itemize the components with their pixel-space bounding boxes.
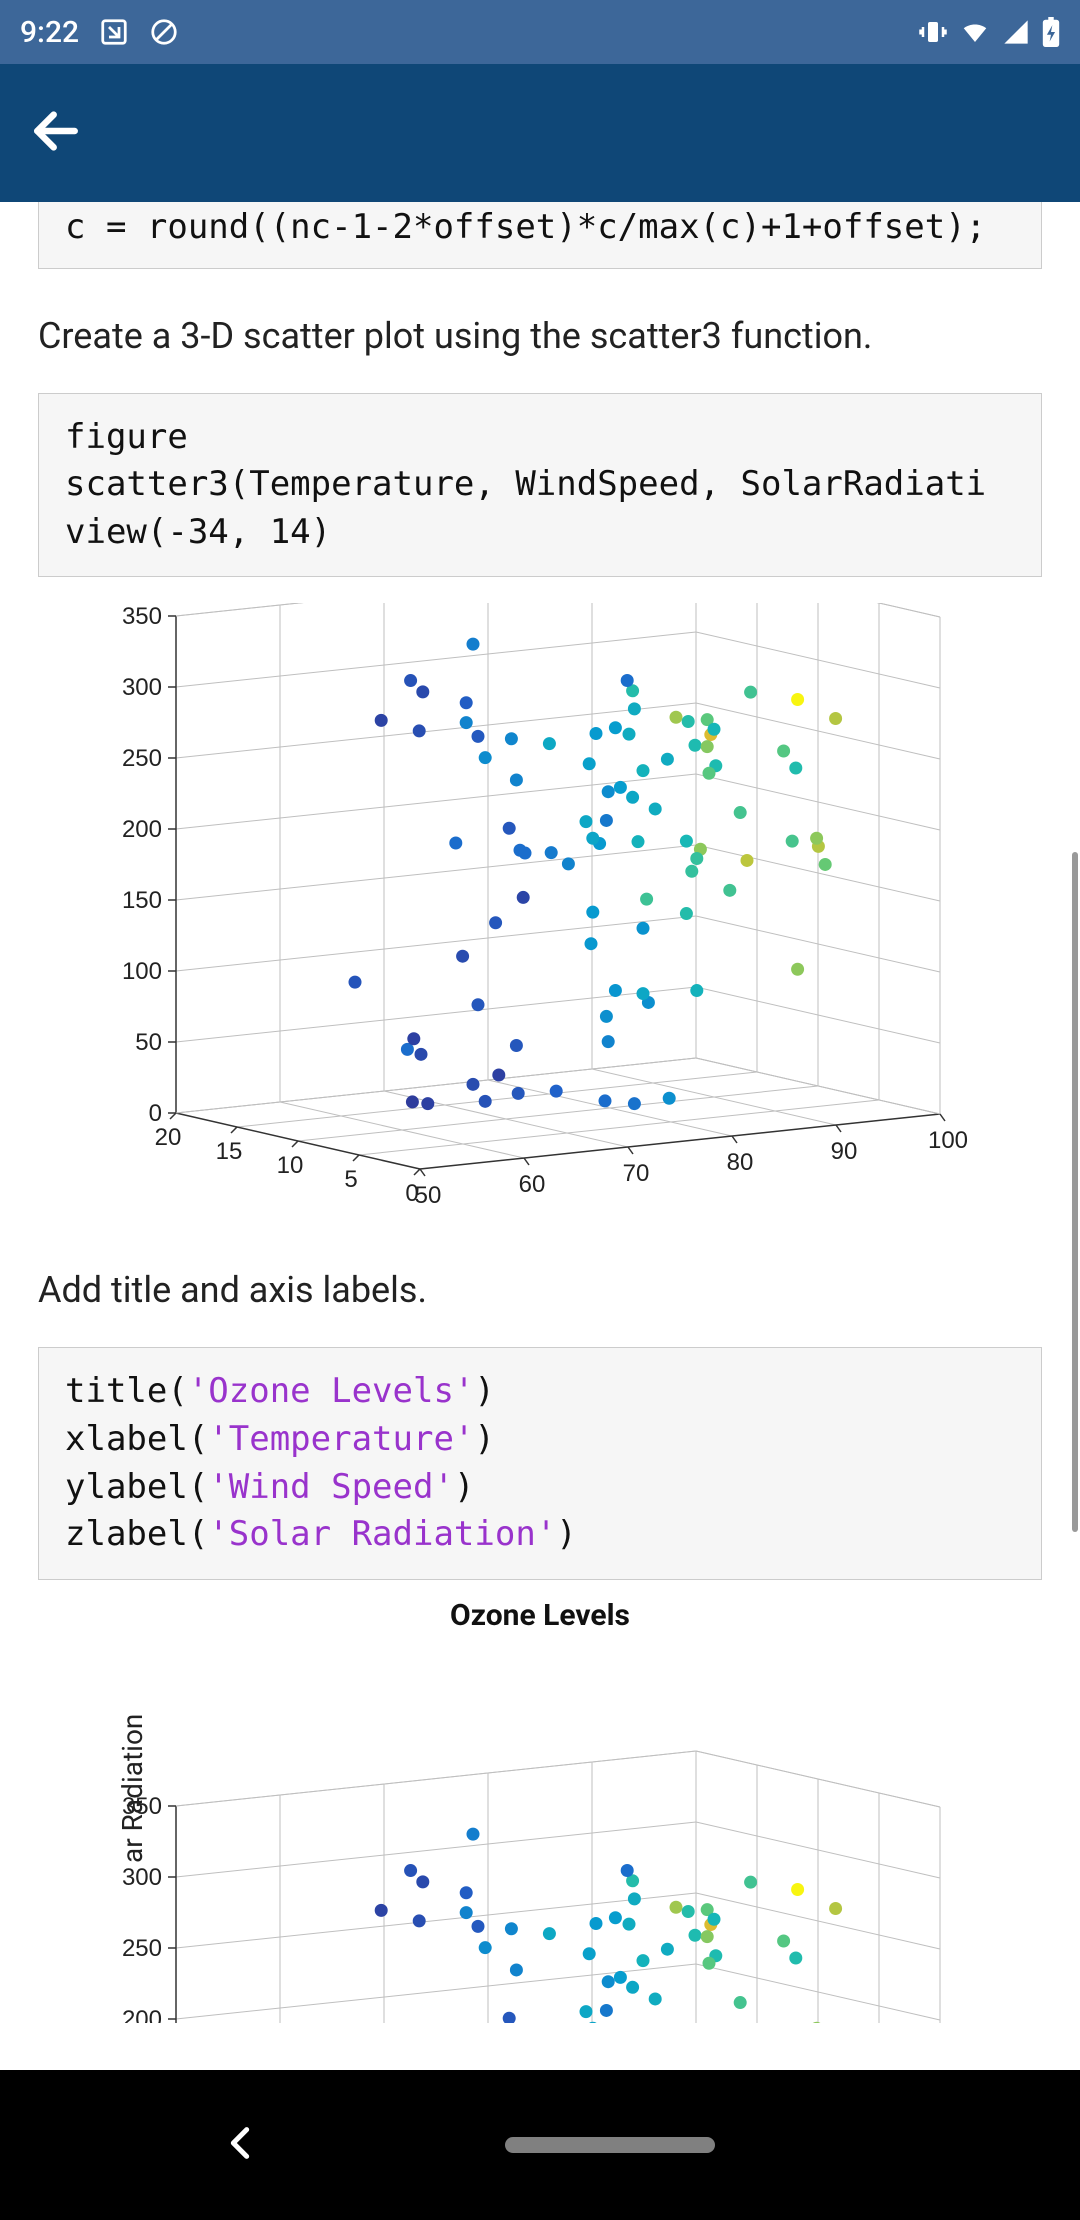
nav-home-pill[interactable] (505, 2137, 715, 2153)
svg-text:20: 20 (155, 1124, 182, 1151)
svg-text:250: 250 (122, 745, 162, 772)
nav-back-button[interactable] (220, 2123, 260, 2167)
scrollbar-thumb[interactable] (1072, 852, 1078, 1532)
app-bar (0, 64, 1080, 202)
svg-text:300: 300 (122, 674, 162, 701)
svg-text:250: 250 (122, 1935, 162, 1962)
svg-text:150: 150 (122, 887, 162, 914)
code-block-partial: c = round((nc-1-2*offset)*c/max(c)+1+off… (38, 202, 1042, 269)
svg-text:90: 90 (831, 1138, 858, 1165)
android-nav-bar (0, 2070, 1080, 2220)
svg-text:350: 350 (122, 603, 162, 630)
svg-text:200: 200 (122, 816, 162, 843)
no-sign-icon (149, 17, 179, 47)
back-button[interactable] (28, 103, 84, 163)
status-time: 9:22 (20, 15, 79, 50)
screenshot-icon (99, 17, 129, 47)
svg-text:10: 10 (277, 1152, 304, 1179)
svg-text:15: 15 (216, 1138, 243, 1165)
wifi-icon (960, 17, 990, 47)
chart-2-title: Ozone Levels (38, 1598, 1042, 1633)
vibrate-icon (918, 17, 948, 47)
chart-1: 0501001502002503003505060708090100051015… (38, 603, 1042, 1223)
content-scroll[interactable]: c = round((nc-1-2*offset)*c/max(c)+1+off… (0, 202, 1080, 2070)
svg-text:300: 300 (122, 1864, 162, 1891)
svg-text:0: 0 (405, 1180, 418, 1207)
svg-text:5: 5 (344, 1166, 357, 1193)
scrollbar[interactable] (1072, 202, 1080, 2070)
battery-charging-icon (1042, 17, 1060, 47)
signal-icon (1002, 18, 1030, 46)
chart-2-zlabel: ar Radiation (116, 1713, 149, 1862)
svg-text:100: 100 (122, 958, 162, 985)
status-bar: 9:22 (0, 0, 1080, 64)
svg-text:50: 50 (135, 1029, 162, 1056)
chart-2: ar Radiation 150200250300350 (38, 1633, 1042, 2023)
code-block-1: figure scatter3(Temperature, WindSpeed, … (38, 393, 1042, 578)
paragraph: Add title and axis labels. (38, 1269, 1042, 1311)
svg-text:60: 60 (519, 1171, 546, 1198)
svg-text:70: 70 (623, 1160, 650, 1187)
svg-text:200: 200 (122, 2006, 162, 2023)
svg-text:80: 80 (727, 1149, 754, 1176)
svg-text:100: 100 (928, 1127, 968, 1154)
code-block-2: title('Ozone Levels') xlabel('Temperatur… (38, 1347, 1042, 1579)
paragraph: Create a 3-D scatter plot using the scat… (38, 315, 1042, 357)
svg-text:0: 0 (149, 1100, 162, 1127)
